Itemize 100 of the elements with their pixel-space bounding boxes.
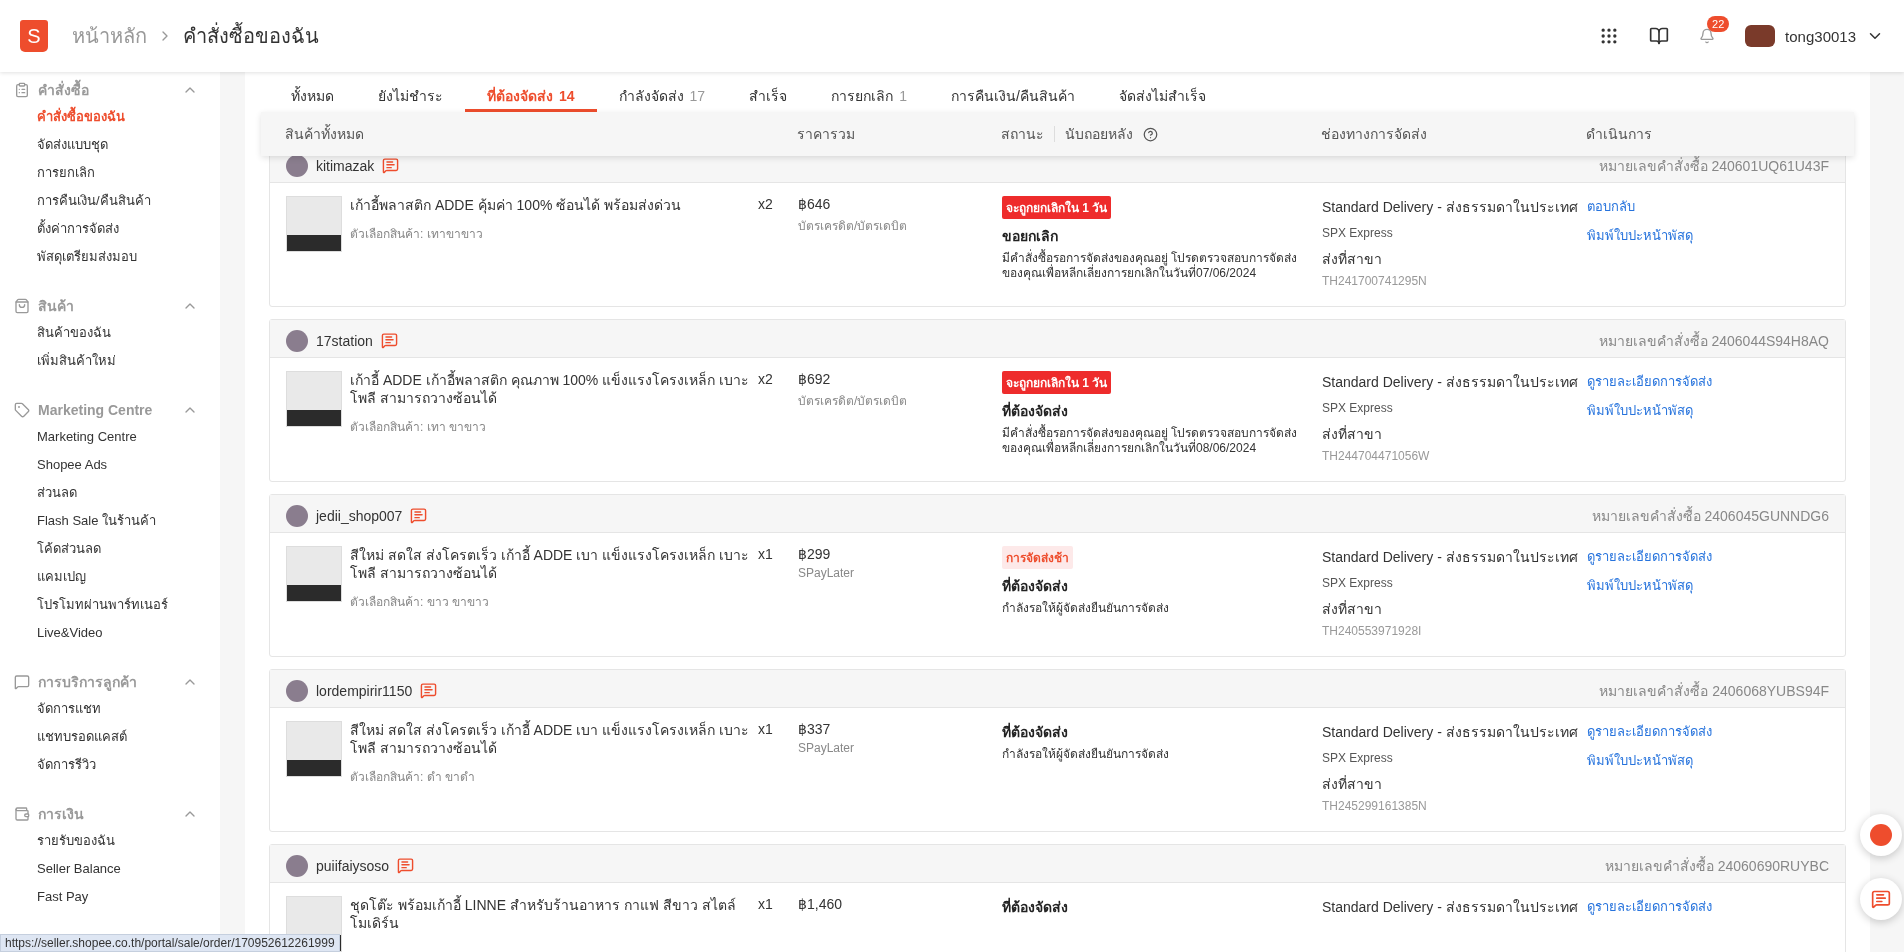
order-tab[interactable]: การยกเลิก 1 (809, 72, 929, 112)
order-tab[interactable]: จัดส่งไม่สำเร็จ (1096, 72, 1228, 112)
shipping-carrier: SPX Express (1322, 401, 1394, 415)
sidebar-item[interactable]: การยกเลิก (0, 160, 220, 188)
payment-method: บัตรเครดิต/บัตรเดบิต (798, 218, 909, 235)
buyer-name[interactable]: kitimazak (316, 157, 375, 174)
product-variant: ตัวเลือกสินค้า: ขาว ขาขาว (350, 594, 490, 611)
order-number: หมายเลขคำสั่งซื้อ 2406045GUNNDG6 (1591, 505, 1829, 526)
column-header: สถานะ (1001, 125, 1044, 144)
sidebar-item[interactable]: Shopee Ads (0, 452, 220, 480)
status-note: มีคำสั่งซื้อรอการจัดส่งของคุณอยู่ โปรดตรวจสอบการจัดส่งของคุณเพื่อหลีกเลี่ยงการยกเลิกในวันที่07/06/2024 (1002, 251, 1299, 281)
section-icon (14, 402, 30, 418)
sidebar-item[interactable]: ส่วนลด (0, 480, 220, 508)
order-status: ที่ต้องจัดส่ง (1002, 575, 1069, 596)
sidebar-item[interactable]: ตั้งค่าการจัดส่ง (0, 216, 220, 244)
photo-placeholder (286, 371, 342, 427)
chat-icon[interactable] (410, 507, 428, 524)
sidebar-item[interactable]: Marketing Centre (0, 424, 220, 452)
photo-placeholder (286, 721, 342, 777)
order-tab[interactable]: ทั้งหมด (269, 72, 356, 112)
sidebar-item[interactable]: จัดส่งแบบชุด (0, 132, 220, 160)
sidebar-item[interactable]: แคมเปญ (0, 564, 220, 592)
action-link[interactable]: ดูรายละเอียดการจัดส่ง (1587, 721, 1829, 742)
chat-icon (1871, 889, 1891, 909)
buyer-avatar (286, 154, 308, 177)
status-note: มีคำสั่งซื้อรอการจัดส่งของคุณอยู่ โปรดตรวจสอบการจัดส่งของคุณเพื่อหลีกเลี่ยงการยกเลิกในวันที่08/06/2024 (1002, 426, 1299, 456)
status-bar-url: https://seller.shopee.co.th/portal/sale/order/170952612261999 (0, 934, 340, 952)
total-price: ฿299 (798, 546, 832, 562)
product-name: ชุดโต๊ะ พร้อมเก้าอี้ LINNE สำหรับร้านอาหาร กาแฟ สีขาว สไตล์โมเดิร์น (350, 896, 737, 932)
sidebar-item[interactable]: สินค้าของฉัน (0, 320, 220, 348)
chat-icon[interactable] (420, 682, 438, 699)
sidebar-item[interactable]: พัสดุเตรียมส่งมอบ (0, 244, 220, 272)
order-number: หมายเลขคำสั่งซื้อ 2406044S94H8AQ (1598, 330, 1829, 351)
buyer-name[interactable]: lordempirir1150 (316, 682, 413, 699)
action-link[interactable]: พิมพ์ใบปะหน้าพัสดุ (1587, 400, 1829, 421)
status-note: กำลังรอให้ผู้จัดส่งยืนยันการจัดส่ง (1002, 747, 1170, 762)
sidebar-item[interactable]: การคืนเงิน/คืนสินค้า (0, 188, 220, 216)
order-tab[interactable]: สำเร็จ (727, 72, 810, 112)
sidebar-item[interactable]: คำสั่งซื้อของฉัน (0, 104, 220, 132)
sidebar-item[interactable]: โปรโมทผ่านพาร์ทเนอร์ (0, 592, 220, 620)
action-link[interactable]: ตอบกลับ (1587, 196, 1829, 217)
chat-button[interactable] (1860, 878, 1902, 920)
chat-icon[interactable] (380, 332, 398, 349)
section-icon (14, 298, 30, 314)
sidebar-item[interactable]: Fast Pay (0, 884, 220, 912)
sidebar-item[interactable]: เพิ่มสินค้าใหม่ (0, 348, 220, 376)
buyer-avatar (286, 679, 308, 702)
order-number: หมายเลขคำสั่งซื้อ 24060690RUYBC (1604, 855, 1829, 876)
product-variant: ตัวเลือกสินค้า: เทาขาขาว (350, 226, 484, 243)
action-link[interactable]: ดูรายละเอียดการจัดส่ง (1587, 371, 1829, 392)
order-status: ที่ต้องจัดส่ง (1002, 721, 1069, 742)
photo-placeholder (286, 196, 342, 252)
product-name: เก้าอี้พลาสติก ADDE คุ้มค่า 100% ซ้อนได้ พร้อมส่งด่วน (350, 196, 683, 214)
action-link[interactable]: ดูรายละเอียดการจัดส่ง (1587, 896, 1829, 917)
chat-icon[interactable] (397, 857, 415, 874)
column-header: นับถอยหลัง (1065, 125, 1133, 144)
sidebar-item[interactable]: รายรับของฉัน (0, 828, 220, 856)
username[interactable]: tong30013 (1785, 27, 1856, 45)
sidebar-item[interactable]: Live&Video (0, 620, 220, 648)
shipping-method: Standard Delivery - ส่งธรรมดาในประเทศ (1322, 373, 1579, 392)
total-price: ฿646 (798, 196, 832, 212)
sidebar-item[interactable]: จัดการรีวิว (0, 752, 220, 780)
payment-method: บัตรเครดิต/บัตรเดบิต (798, 393, 909, 410)
help-chat-button[interactable] (1860, 814, 1902, 856)
sidebar-item[interactable]: จัดการแชท (0, 696, 220, 724)
page-title: คำสั่งซื้อของฉัน (183, 20, 319, 52)
column-header: ช่องทางการจัดส่ง (1321, 125, 1428, 144)
shop-logo[interactable]: S (20, 20, 48, 52)
order-tab[interactable]: ยังไม่ชำระ (356, 72, 465, 112)
order-number: หมายเลขคำสั่งซื้อ 2406068YUBS94F (1599, 680, 1829, 701)
book-icon[interactable] (1649, 26, 1670, 46)
sidebar-item[interactable]: Flash Sale ในร้านค้า (0, 508, 220, 536)
status-badge: จะถูกยกเลิกใน 1 วัน (1002, 196, 1112, 219)
buyer-name[interactable]: puiifaiysoso (316, 857, 390, 874)
quantity: x1 (758, 546, 774, 562)
order-tab[interactable]: กำลังจัดส่ง 17 (596, 72, 728, 112)
tracking-number: TH245299161385N (1322, 799, 1428, 813)
order-number: หมายเลขคำสั่งซื้อ 240601UQ61U43F (1598, 155, 1829, 176)
action-link[interactable]: พิมพ์ใบปะหน้าพัสดุ (1587, 225, 1829, 246)
buyer-name[interactable]: 17station (316, 332, 373, 349)
help-icon[interactable] (1143, 126, 1158, 142)
order-tab[interactable]: การคืนเงิน/คืนสินค้า (928, 72, 1097, 112)
photo-placeholder (286, 546, 342, 602)
total-price: ฿337 (798, 721, 832, 737)
action-link[interactable]: พิมพ์ใบปะหน้าพัสดุ (1587, 750, 1829, 771)
notification-count: 22 (1707, 16, 1730, 32)
notification-bell-icon[interactable] (1699, 28, 1716, 44)
shipping-method: Standard Delivery - ส่งธรรมดาในประเทศ (1322, 198, 1579, 217)
section-icon (14, 806, 30, 822)
action-link[interactable]: พิมพ์ใบปะหน้าพัสดุ (1587, 575, 1829, 596)
sidebar-item[interactable]: แชทบรอดแคสต์ (0, 724, 220, 752)
chat-icon[interactable] (382, 157, 400, 174)
action-link[interactable]: ดูรายละเอียดการจัดส่ง (1587, 546, 1829, 567)
product-name: สีใหม่ สดใส ส่งโครตเร็ว เก้าอี้ ADDE เบา แข็งแรงโครงเหล็ก เบาะโพลี สามารถวางซ้อนได้ (350, 721, 751, 757)
shop-avatar[interactable] (1745, 25, 1776, 47)
shipping-type: ส่งที่สาขา (1322, 249, 1383, 269)
sidebar-item[interactable]: Seller Balance (0, 856, 220, 884)
buyer-name[interactable]: jedii_shop007 (316, 507, 403, 524)
sidebar-item[interactable]: โค้ดส่วนลด (0, 536, 220, 564)
order-status: ขอยกเลิก (1002, 227, 1059, 246)
